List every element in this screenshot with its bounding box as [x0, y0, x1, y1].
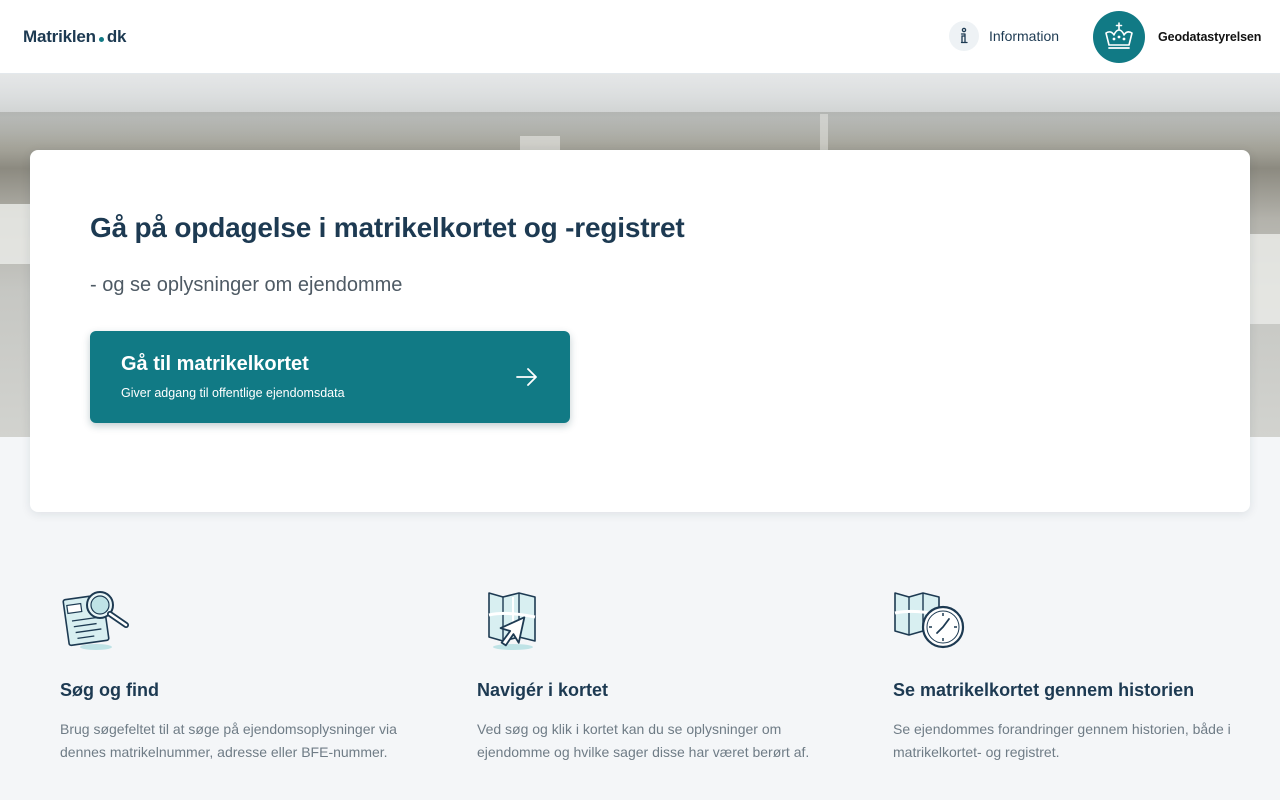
information-label: Information	[989, 28, 1060, 44]
arrow-right-icon	[516, 368, 537, 386]
crown-icon	[1093, 11, 1145, 63]
feature-navigate-text: Ved søg og klik i kortet kan du se oplys…	[477, 721, 810, 760]
feature-navigate-title: Navigér i kortet	[477, 680, 609, 700]
feature-history-title: Se matrikelkortet gennem historien	[893, 680, 1195, 700]
page-subtitle: - og se oplysninger om ejendomme	[90, 274, 403, 296]
logo-dot	[98, 36, 104, 42]
feature-history: Se matrikelkortet gennem historien Se ej…	[893, 585, 1253, 760]
feature-search-text: Brug søgefeltet til at søge på ejendomso…	[60, 721, 397, 760]
information-link[interactable]: Information	[949, 21, 1059, 51]
go-to-map-title: Gå til matrikelkortet	[121, 353, 309, 375]
feature-navigate: Navigér i kortet Ved søg og klik i korte…	[477, 585, 837, 760]
agency-name: Geodatastyrelsen	[1158, 30, 1262, 44]
logo-text-tld: dk	[106, 27, 127, 46]
page-title: Gå på opdagelse i matrikelkortet og -reg…	[90, 212, 685, 243]
go-to-map-subtitle: Giver adgang til offentlige ejendomsdata	[121, 386, 345, 400]
go-to-map-button[interactable]: Gå til matrikelkortet Giver adgang til o…	[90, 331, 570, 423]
info-icon	[949, 21, 979, 51]
site-header: Matriklen dk Information Geodatastyrelse	[0, 0, 1280, 74]
site-logo[interactable]: Matriklen dk	[23, 27, 127, 47]
search-document-icon	[62, 591, 129, 650]
map-clock-icon	[894, 592, 965, 649]
agency-link[interactable]: Geodatastyrelsen	[1093, 11, 1261, 63]
logo-text-main: Matriklen	[23, 27, 96, 46]
map-cursor-icon	[488, 592, 536, 650]
feature-search: Søg og find Brug søgefeltet til at søge …	[60, 585, 420, 760]
feature-search-title: Søg og find	[60, 680, 159, 700]
intro-card: Gå på opdagelse i matrikelkortet og -reg…	[30, 150, 1250, 512]
feature-history-text: Se ejendommes forandringer gennem histor…	[893, 721, 1231, 760]
